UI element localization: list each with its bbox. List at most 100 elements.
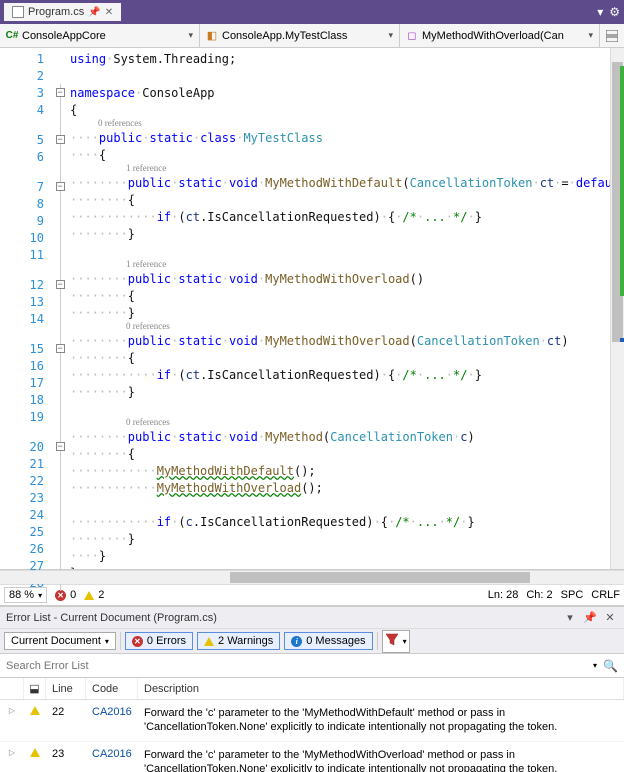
horizontal-scrollbar[interactable] (0, 570, 624, 584)
code-line[interactable]: ············MyMethodWithDefault(); (68, 462, 610, 479)
code-line[interactable]: ············if·(c.IsCancellationRequeste… (68, 513, 610, 530)
code-line[interactable] (68, 496, 610, 513)
search-input[interactable] (6, 660, 593, 672)
code-line[interactable]: ········} (68, 225, 610, 242)
dropdown-icon[interactable]: ▾ (597, 5, 603, 19)
warning-count-value: 2 (98, 589, 104, 601)
panel-menu-icon[interactable]: ▾ (562, 611, 578, 624)
col-code[interactable]: Code (86, 678, 138, 699)
editor-status-bar: 88 % ▾ ✕ 0 2 Ln: 28 Ch: 2 SPC CRLF (0, 584, 624, 606)
line-number: 7 (0, 178, 52, 195)
chevron-down-icon: ▾ (188, 30, 193, 41)
line-number: 8 (0, 195, 52, 212)
line-number: 4 (0, 101, 52, 118)
warnings-filter-label: 2 Warnings (218, 635, 273, 647)
codelens[interactable]: 0 references (68, 116, 610, 129)
code-line[interactable]: ········{ (68, 349, 610, 366)
code-line[interactable]: ········{ (68, 287, 610, 304)
code-line[interactable]: ····} (68, 547, 610, 564)
codelens[interactable]: 0 references (68, 319, 610, 332)
code-line[interactable]: ····public·static·class·MyTestClass (68, 129, 610, 146)
errors-filter-button[interactable]: ✕ 0 Errors (125, 632, 193, 650)
row-code[interactable]: CA2016 (86, 704, 138, 737)
col-line[interactable]: Line (46, 678, 86, 699)
code-line[interactable] (68, 67, 610, 84)
fold-toggle[interactable]: − (56, 442, 65, 451)
expand-icon[interactable]: ▷ (9, 748, 15, 757)
col-indicator[interactable]: Ch: 2 (526, 589, 552, 601)
line-number: 9 (0, 212, 52, 229)
fold-toggle[interactable]: − (56, 344, 65, 353)
col-description[interactable]: Description (138, 678, 624, 699)
col-expand[interactable] (0, 678, 24, 699)
split-view-button[interactable] (600, 24, 624, 47)
code-line[interactable]: using·System.Threading; (68, 50, 610, 67)
fold-toggle[interactable]: − (56, 182, 65, 191)
code-line[interactable]: ········public·static·void·MyMethodWithO… (68, 332, 610, 349)
pin-icon[interactable]: 📌 (582, 611, 598, 624)
code-line[interactable]: } (68, 564, 610, 569)
warning-count[interactable]: 2 (84, 589, 104, 601)
line-number: 18 (0, 391, 52, 408)
code-line[interactable]: ········public·static·void·MyMethodWithD… (68, 174, 610, 191)
line-number: 3 (0, 84, 52, 101)
document-tab[interactable]: Program.cs 📌 ✕ (4, 3, 121, 21)
code-line[interactable]: ············MyMethodWithOverload(); (68, 479, 610, 496)
code-line[interactable]: ········{ (68, 445, 610, 462)
scope-dropdown[interactable]: Current Document ▾ (4, 632, 116, 650)
line-number-gutter: 1234567891011121314151617181920212223242… (0, 48, 52, 569)
codelens[interactable]: 1 reference (68, 257, 610, 270)
line-number: 17 (0, 374, 52, 391)
messages-filter-button[interactable]: i 0 Messages (284, 632, 372, 650)
code-line[interactable]: ········} (68, 383, 610, 400)
fold-toggle[interactable]: − (56, 280, 65, 289)
error-row[interactable]: ▷ 23 CA2016 Forward the 'c' parameter to… (0, 742, 624, 772)
expand-icon[interactable]: ▷ (9, 706, 15, 715)
close-tab-icon[interactable]: ✕ (105, 7, 113, 18)
pin-icon[interactable]: 📌 (88, 7, 100, 18)
split-icon (606, 30, 618, 42)
line-indicator[interactable]: Ln: 28 (488, 589, 519, 601)
search-icon[interactable]: 🔍 (603, 659, 618, 673)
error-row[interactable]: ▷ 22 CA2016 Forward the 'c' parameter to… (0, 700, 624, 742)
line-number: 12 (0, 276, 52, 293)
chevron-down-icon[interactable]: ▾ (593, 661, 597, 670)
line-number: 11 (0, 246, 52, 263)
scope-label: Current Document (11, 635, 101, 647)
code-line[interactable]: ············if·(ct.IsCancellationRequest… (68, 366, 610, 383)
code-line[interactable]: namespace·ConsoleApp (68, 84, 610, 101)
line-number: 6 (0, 148, 52, 165)
grid-header: ⬓ Line Code Description (0, 678, 624, 700)
search-error-list[interactable]: ▾ 🔍 (0, 654, 624, 678)
warnings-filter-button[interactable]: 2 Warnings (197, 632, 280, 650)
vertical-scrollbar[interactable] (610, 48, 624, 569)
project-dropdown[interactable]: C# ConsoleAppCore ▾ (0, 24, 200, 47)
codelens[interactable]: 0 references (68, 415, 610, 428)
method-dropdown[interactable]: ◻ MyMethodWithOverload(Can ▾ (400, 24, 600, 47)
document-tab-label: Program.cs (28, 6, 84, 18)
warning-icon (30, 706, 40, 715)
line-number: 13 (0, 293, 52, 310)
lineend-indicator[interactable]: CRLF (591, 589, 620, 601)
line-number: 2 (0, 67, 52, 84)
fold-toggle[interactable]: − (56, 88, 65, 97)
col-severity[interactable]: ⬓ (24, 678, 46, 699)
row-line: 23 (46, 746, 86, 772)
indent-indicator[interactable]: SPC (561, 589, 584, 601)
code-line[interactable]: ········{ (68, 191, 610, 208)
scroll-thumb-h[interactable] (230, 572, 530, 583)
code-content[interactable]: using·System.Threading; namespace·Console… (68, 48, 610, 569)
close-icon[interactable]: ✕ (602, 611, 618, 624)
codelens[interactable]: 1 reference (68, 161, 610, 174)
chevron-down-icon: ▾ (105, 637, 109, 646)
code-line[interactable]: ········public·static·void·MyMethodWithO… (68, 270, 610, 287)
code-line[interactable]: ········public·static·void·MyMethod(Canc… (68, 428, 610, 445)
row-code[interactable]: CA2016 (86, 746, 138, 772)
fold-toggle[interactable]: − (56, 135, 65, 144)
gear-icon[interactable]: ⚙ (609, 5, 620, 19)
class-dropdown[interactable]: ◧ ConsoleApp.MyTestClass ▾ (200, 24, 400, 47)
code-line[interactable]: ············if·(ct.IsCancellationRequest… (68, 208, 610, 225)
code-line[interactable]: ········} (68, 530, 610, 547)
build-intellisense-filter[interactable]: ▾ (382, 630, 410, 653)
code-editor[interactable]: 1234567891011121314151617181920212223242… (0, 48, 624, 570)
